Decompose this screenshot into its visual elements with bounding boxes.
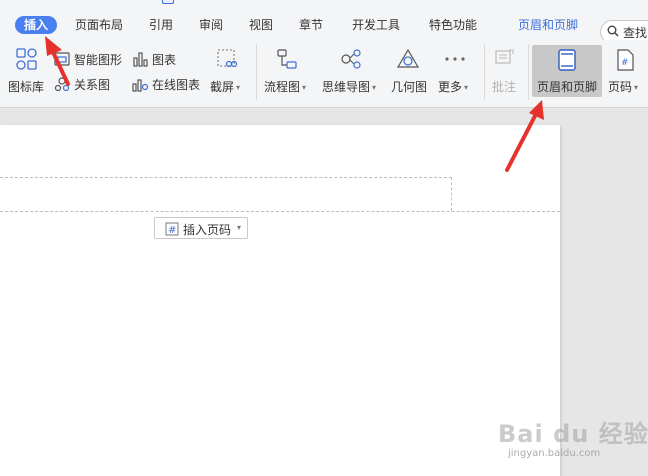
flowchart-label: 流程图 ▾ [264,80,307,94]
tab-developer-tools[interactable]: 开发工具 [352,16,400,34]
title-strip [0,0,648,8]
search-label: 查找 [623,26,648,40]
smart-shape-button[interactable]: 智能图形 [54,49,126,69]
relation-chart-icon [54,77,70,92]
more-button[interactable]: 更多 ▾ [436,46,476,98]
comment-button[interactable]: 批注 [488,46,524,98]
search-icon [607,25,619,37]
chart-label: 图表 [152,53,177,67]
document-page[interactable]: # 插入页码 ▾ [0,125,560,476]
page-number-label: 页码 ▾ [608,80,639,94]
screenshot-label: 截屏 ▾ [210,80,241,94]
ribbon-separator [256,44,257,100]
header-region[interactable] [0,177,452,211]
page-number-button[interactable]: # 页码 ▾ [606,46,648,98]
screenshot-dropdown-icon: ▾ [236,83,241,92]
online-chart-button[interactable]: 在线图表 [132,74,204,94]
geometry-button[interactable]: 几何图 [390,46,430,98]
header-boundary-line [0,211,560,212]
insert-page-number-dropdown-icon: ▾ [237,223,242,232]
tab-header-footer[interactable]: 页眉和页脚 [518,16,578,34]
insert-ribbon: 图标库 智能图形 关系图 图表 在线图表 截屏 ▾ 流程图 ▾ 思维导图 ▾ 几… [0,40,648,108]
header-footer-button[interactable]: 页眉和页脚 [532,45,602,97]
icon-library-label: 图标库 [8,80,45,94]
more-dropdown-icon: ▾ [464,83,469,92]
page-number-icon: # [617,49,634,71]
icon-library-icon [16,48,37,70]
tab-special-features[interactable]: 特色功能 [429,16,477,34]
mindmap-icon [341,49,361,69]
baidu-jingyan-watermark: Bai du 经验 jingyan.baidu.com [498,410,648,470]
header-footer-label: 页眉和页脚 [537,80,598,94]
insert-page-number-button[interactable]: # 插入页码 ▾ [154,217,248,239]
svg-text:#: # [621,58,629,68]
screenshot-button[interactable]: 截屏 ▾ [208,46,248,98]
chart-button[interactable]: 图表 [132,49,182,69]
geometry-icon [396,48,420,68]
geometry-label: 几何图 [391,80,428,94]
document-tab-marker[interactable] [162,0,174,4]
relation-chart-label: 关系图 [74,78,111,92]
mindmap-dropdown-icon: ▾ [372,83,377,92]
svg-text:#: # [168,225,176,236]
tab-page-layout[interactable]: 页面布局 [75,16,123,34]
more-dots-icon [445,57,465,61]
mindmap-label: 思维导图 ▾ [322,80,377,94]
comment-icon [495,49,514,64]
page-number-dropdown-icon: ▾ [634,83,639,92]
header-footer-icon [558,49,576,71]
tab-insert[interactable]: 插入 [15,16,58,34]
insert-page-number-label: 插入页码 [183,223,232,237]
watermark-url: jingyan.baidu.com [508,448,601,459]
more-label: 更多 ▾ [438,80,469,94]
ribbon-tab-bar: 插入 页面布局 引用 审阅 视图 章节 开发工具 特色功能 页眉和页脚 查找 [0,8,648,44]
flowchart-icon [277,49,297,69]
tab-view[interactable]: 视图 [249,16,273,34]
mindmap-button[interactable]: 思维导图 ▾ [320,46,384,98]
icon-library-button[interactable]: 图标库 [6,46,48,98]
relation-chart-button[interactable]: 关系图 [54,74,126,94]
comment-label: 批注 [492,80,517,94]
bar-chart-icon [133,52,148,67]
ribbon-separator [484,44,485,100]
tab-review[interactable]: 审阅 [199,16,223,34]
smart-shape-label: 智能图形 [74,53,123,67]
smart-shape-icon [54,52,70,66]
wps-writer-window: 插入 页面布局 引用 审阅 视图 章节 开发工具 特色功能 页眉和页脚 查找 图… [0,0,648,476]
page-number-hash-icon: # [165,222,179,236]
ribbon-separator [528,44,529,100]
tab-section[interactable]: 章节 [299,16,323,34]
flowchart-dropdown-icon: ▾ [302,83,307,92]
online-chart-label: 在线图表 [152,78,201,92]
screenshot-icon [217,49,238,68]
flowchart-button[interactable]: 流程图 ▾ [262,46,312,98]
online-chart-icon [132,79,148,92]
tab-references[interactable]: 引用 [149,16,173,34]
watermark-logo: Bai du 经验 [498,420,648,448]
